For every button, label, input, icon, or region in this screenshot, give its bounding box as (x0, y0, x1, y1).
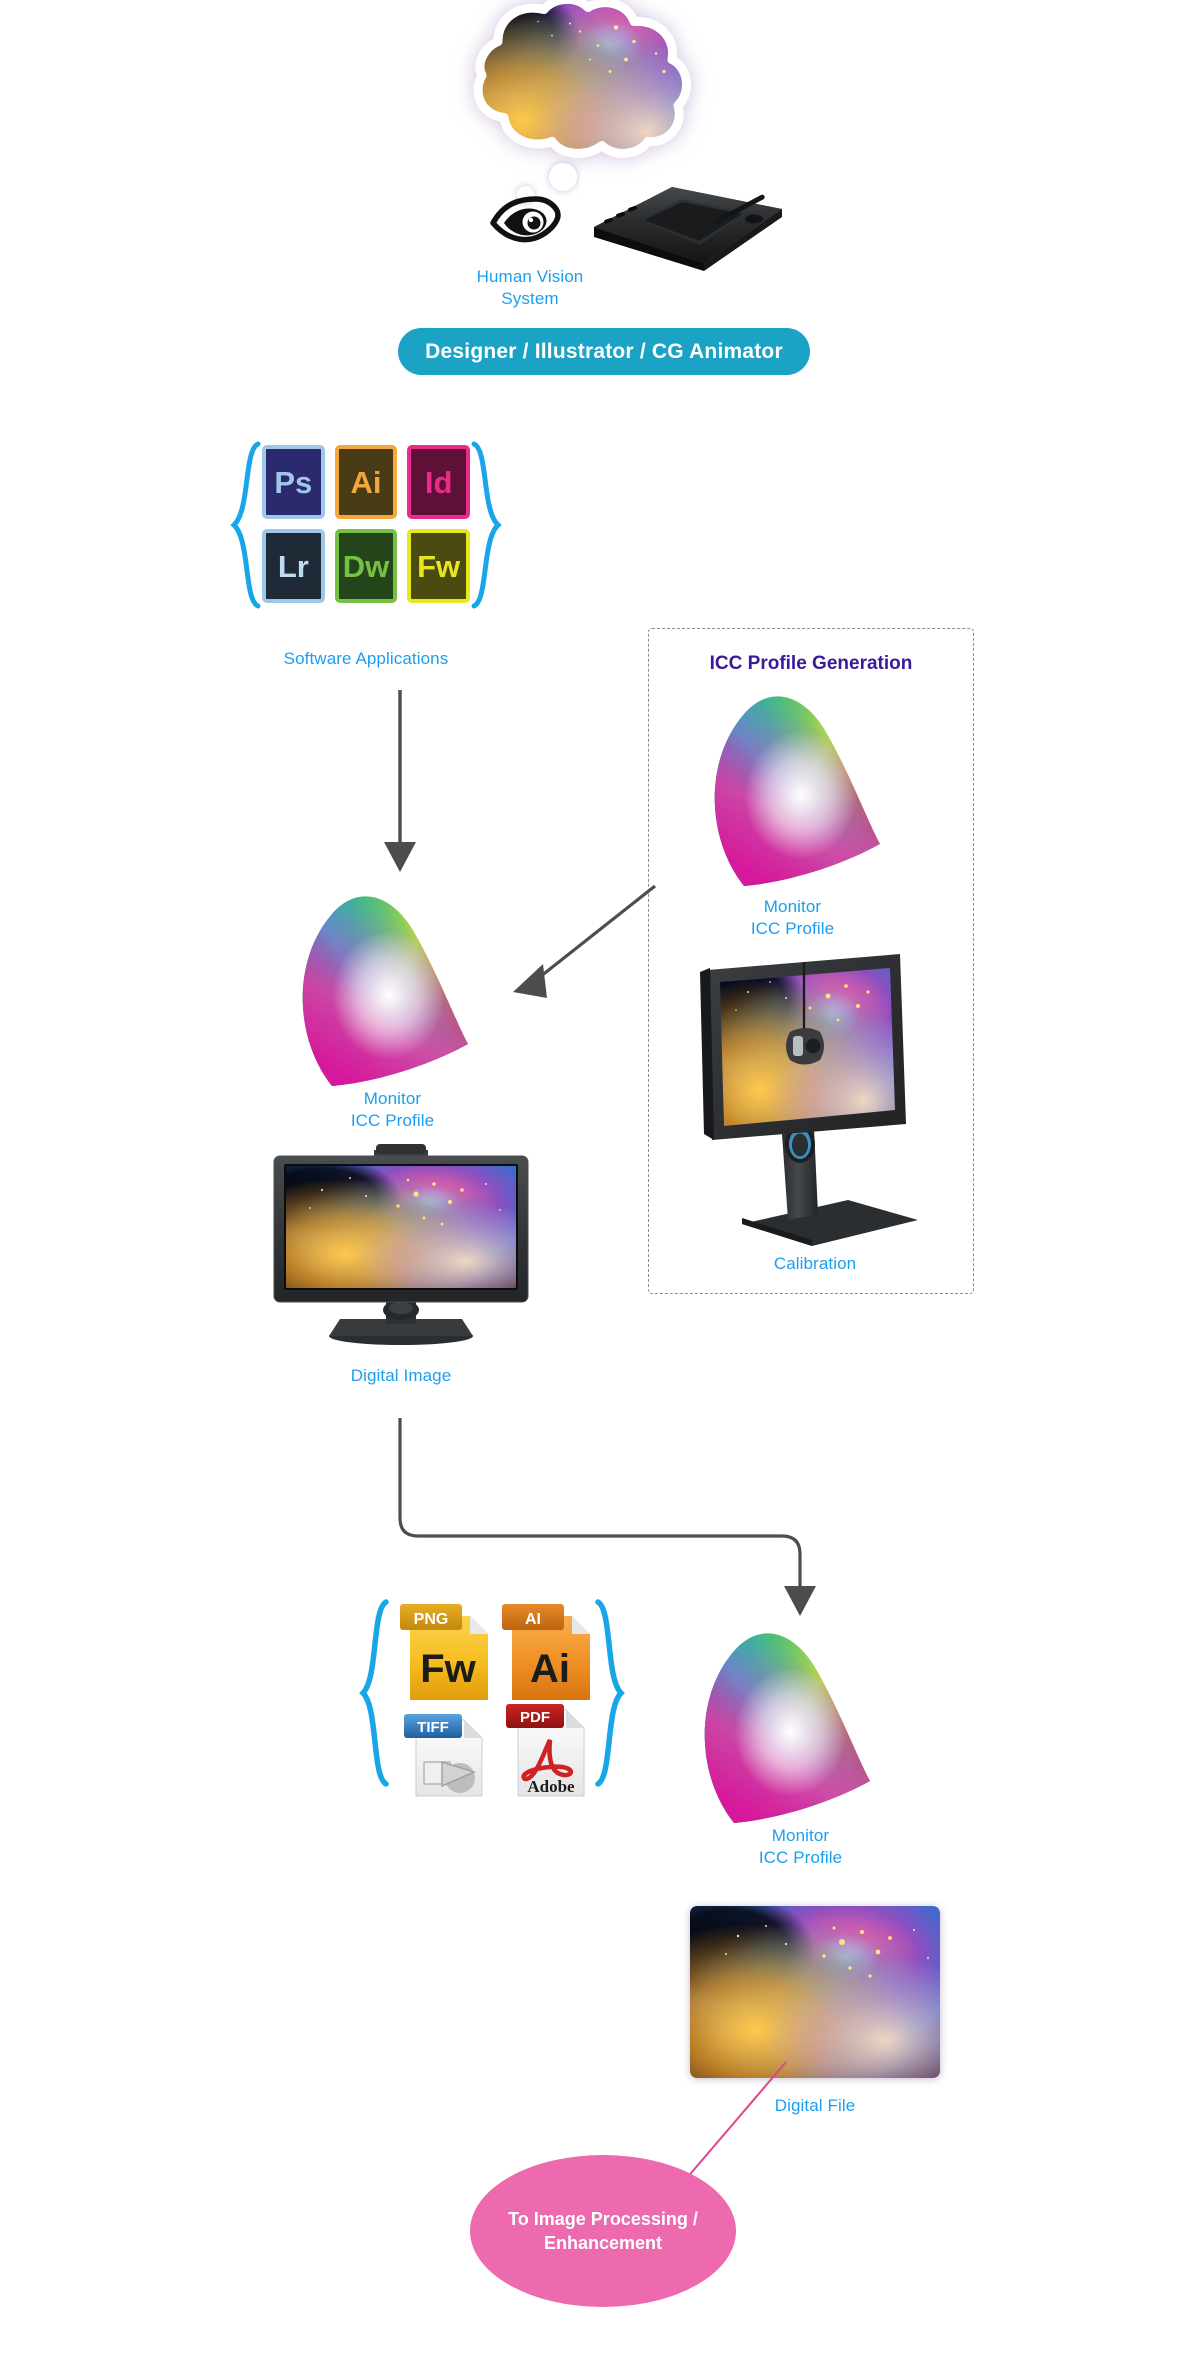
hvs-line2: System (501, 288, 559, 308)
calibration-caption: Calibration (773, 1254, 857, 1273)
gamut-shape-icc-top (714, 696, 880, 886)
icc-left-line2: ICC Profile (350, 1110, 435, 1130)
icc-profile-generation-title: ICC Profile Generation (709, 653, 913, 674)
digital-image-monitor (273, 1144, 529, 1345)
icc-bottom-line2: ICC Profile (758, 1847, 843, 1867)
software-applications-caption: Software Applications (283, 649, 449, 668)
app-icon-label: Lr (277, 548, 309, 584)
app-icon-dw[interactable]: Dw (334, 529, 398, 603)
icc-profile-left-caption: Monitor ICC Profile (300, 1088, 485, 1132)
app-icon-id[interactable]: Id (407, 445, 470, 519)
output-line1: To Image Processing / (508, 2208, 698, 2229)
app-icon-fw[interactable]: Fw (407, 529, 470, 603)
file-glyph-fw: Fw (420, 1647, 476, 1691)
icc-profile-top-caption: Monitor ICC Profile (700, 896, 885, 940)
file-icon-ai: AI Ai (502, 1604, 590, 1700)
gamut-shape-icc-bottom (704, 1633, 870, 1823)
file-icon-tiff: TIFF (404, 1714, 483, 1797)
software-brace-left (230, 441, 261, 609)
file-tag-tiff: TIFF (417, 1719, 449, 1736)
file-tag-pdf: PDF (520, 1709, 550, 1726)
thought-bubble-large (549, 163, 577, 191)
icc-top-line2: ICC Profile (750, 918, 835, 938)
file-brace-right (595, 1599, 625, 1787)
hvs-line1: Human Vision (476, 267, 584, 286)
thought-cloud (420, 0, 720, 174)
file-icon-png-fw: PNG Fw (400, 1604, 488, 1700)
file-brace-left (359, 1599, 389, 1787)
output-line2: Enhancement (543, 2233, 662, 2253)
app-icon-ps[interactable]: Ps (262, 445, 325, 519)
icc-left-line1: Monitor (363, 1089, 422, 1108)
app-icon-label: Fw (417, 548, 461, 584)
app-icon-ai[interactable]: Ai (334, 445, 398, 519)
file-glyph-adobe: Adobe (527, 1777, 575, 1796)
icc-top-line1: Monitor (763, 897, 822, 916)
digital-image-caption: Digital Image (350, 1366, 452, 1385)
software-app-grid: Ps Ai Id Lr Dw Fw (262, 445, 470, 603)
icc-bottom-line1: Monitor (771, 1826, 830, 1845)
file-tag-png: PNG (414, 1611, 449, 1628)
app-icon-label: Ai (350, 464, 382, 500)
workflow-diagram: Human Vision System Designer / Illustrat… (0, 0, 1200, 2357)
app-icon-label: Ps (274, 464, 313, 500)
digital-file-photo (690, 1906, 940, 2078)
file-tag-ai: AI (525, 1611, 541, 1628)
output-ellipse[interactable]: To Image Processing / Enhancement (470, 2155, 736, 2307)
gamut-shape-icc-left (302, 896, 468, 1086)
arrow-apps-to-profile (384, 690, 416, 872)
arrow-image-to-file (398, 1418, 816, 1616)
eye-icon (490, 195, 561, 251)
app-icon-label: Dw (342, 548, 390, 584)
file-icon-pdf: PDF Adobe (506, 1704, 585, 1797)
app-icon-label: Id (424, 464, 453, 500)
app-icon-lr[interactable]: Lr (262, 529, 325, 603)
icc-profile-bottom-caption: Monitor ICC Profile (708, 1825, 893, 1869)
role-pill-label: Designer / Illustrator / CG Animator (425, 339, 783, 363)
calibration-monitor (700, 954, 918, 1246)
role-pill[interactable]: Designer / Illustrator / CG Animator (398, 328, 810, 375)
arrow-icc-to-profile (513, 884, 656, 998)
software-brace-right (471, 441, 502, 609)
file-glyph-ai: Ai (530, 1647, 570, 1691)
human-vision-system-caption: Human Vision System (440, 266, 620, 310)
